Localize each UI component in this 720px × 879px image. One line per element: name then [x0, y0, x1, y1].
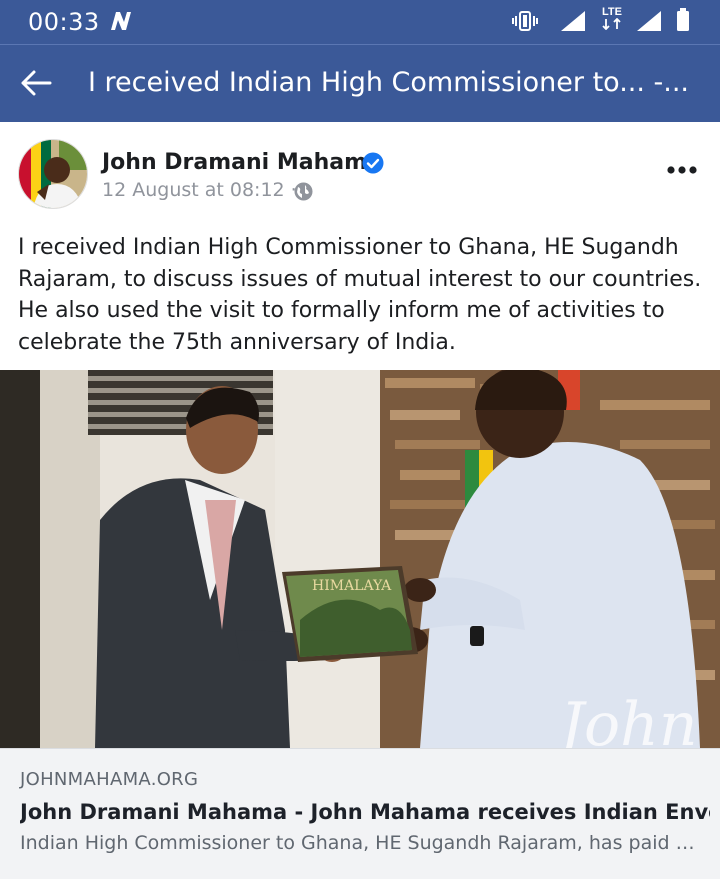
lte-label: LTE: [602, 6, 622, 18]
n-app-icon: [111, 12, 131, 30]
link-title[interactable]: John Dramani Mahama - John Mahama receiv…: [20, 800, 710, 824]
back-arrow-icon[interactable]: [20, 69, 52, 97]
globe-icon: [294, 182, 313, 201]
battery-icon: [677, 8, 689, 31]
more-options-icon[interactable]: [666, 164, 698, 176]
verified-badge-icon: [362, 152, 384, 174]
data-arrows-icon: [602, 17, 621, 31]
post-card: John Dramani Mahama 12 August at 08:12 ·…: [0, 122, 720, 879]
post-timestamp[interactable]: 12 August at 08:12 ·: [102, 179, 297, 201]
status-bar: 00:33 LTE: [0, 0, 720, 44]
link-description: Indian High Commissioner to Ghana, HE Su…: [20, 832, 700, 854]
link-domain: JOHNMAHAMA.ORG: [20, 769, 199, 790]
signal-icon: [561, 11, 585, 31]
avatar-image: [19, 140, 87, 208]
book: HIMALAYA: [282, 566, 418, 662]
photo-scene: HIMALAYA John: [0, 370, 720, 748]
avatar[interactable]: [18, 139, 88, 209]
post-text: I received Indian High Commissioner to G…: [18, 235, 702, 355]
signal-icon: [637, 11, 661, 31]
book-title: HIMALAYA: [312, 578, 392, 594]
lte-icon: LTE: [600, 6, 624, 34]
status-time: 00:33: [28, 8, 100, 36]
vibrate-icon: [512, 11, 538, 31]
link-preview[interactable]: JOHNMAHAMA.ORG John Dramani Mahama - Joh…: [0, 748, 720, 879]
author-name[interactable]: John Dramani Mahama: [102, 150, 382, 175]
photo-watermark: John: [549, 690, 697, 748]
app-header: I received Indian High Commissioner to..…: [0, 44, 720, 122]
page-title: I received Indian High Commissioner to..…: [88, 67, 690, 98]
post-photo[interactable]: HIMALAYA John: [0, 370, 720, 748]
